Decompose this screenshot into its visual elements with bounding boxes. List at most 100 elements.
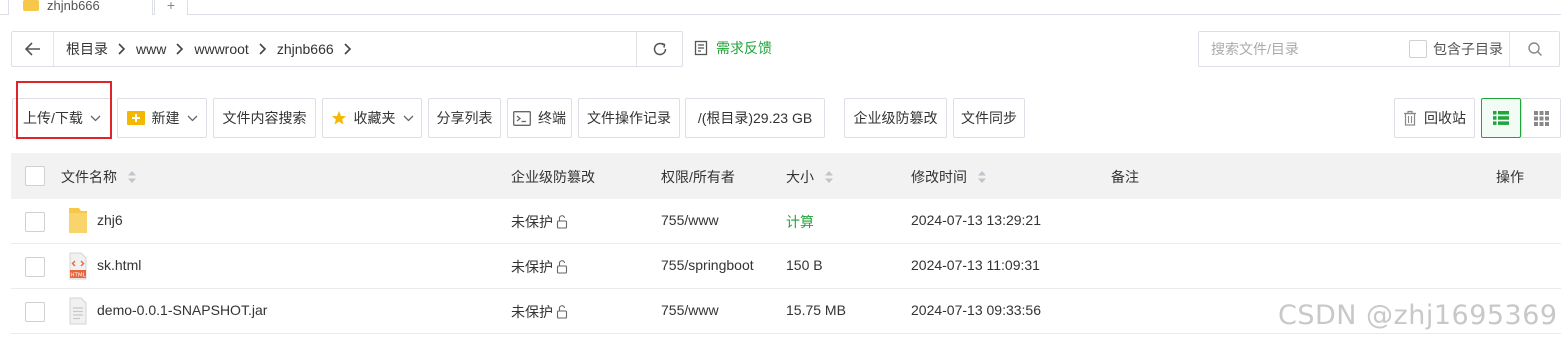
- row-checkbox[interactable]: [25, 212, 45, 232]
- back-button[interactable]: [12, 32, 54, 66]
- recycle-bin-button[interactable]: 回收站: [1394, 98, 1475, 138]
- permission[interactable]: 755/www: [661, 302, 719, 318]
- disk-button[interactable]: /(根目录)29.23 GB: [685, 98, 825, 138]
- content-search-button[interactable]: 文件内容搜索: [213, 98, 316, 138]
- chevron-down-icon: [187, 115, 198, 122]
- include-subdir-label: 包含子目录: [1433, 41, 1503, 57]
- include-subdir-checkbox[interactable]: [1409, 40, 1427, 58]
- terminal-label: 终端: [538, 110, 566, 126]
- row-checkbox[interactable]: [25, 302, 45, 322]
- folder-icon: [23, 0, 39, 11]
- chevron-right-icon: [259, 43, 267, 55]
- sort-icon: [977, 170, 987, 184]
- modified-time: 2024-07-13 09:33:56: [911, 302, 1041, 318]
- column-modified[interactable]: 修改时间: [911, 167, 987, 187]
- table-header: 文件名称 企业级防篡改 权限/所有者 大小 修改时间 备注 操作: [11, 153, 1561, 199]
- grid-view-icon: [1533, 110, 1549, 126]
- size-calculate[interactable]: 计算: [786, 212, 814, 232]
- crumb-www[interactable]: www: [136, 41, 166, 57]
- table-row[interactable]: [11, 334, 1561, 345]
- refresh-button[interactable]: [636, 32, 682, 66]
- grid-view-toggle[interactable]: [1521, 98, 1561, 138]
- tamper-status[interactable]: 未保护: [511, 302, 569, 322]
- operation-log-label: 文件操作记录: [587, 110, 671, 126]
- chevron-down-icon: [90, 115, 101, 122]
- upload-download-label: 上传/下载: [23, 110, 83, 126]
- column-permission: 权限/所有者: [661, 169, 735, 185]
- chevron-down-icon: [403, 115, 414, 122]
- list-view-icon: [1493, 111, 1509, 125]
- favorites-button[interactable]: 收藏夹: [322, 98, 422, 138]
- search-button[interactable]: [1509, 32, 1559, 66]
- permission[interactable]: 755/www: [661, 212, 719, 228]
- table-row[interactable]: HTML sk.html 未保护 755/springboot 150 B 20…: [11, 244, 1561, 289]
- table-row[interactable]: zhj6 未保护 755/www 计算 2024-07-13 13:29:21: [11, 199, 1561, 244]
- search-box: 包含子目录: [1198, 31, 1560, 67]
- content-search-label: 文件内容搜索: [222, 110, 307, 126]
- search-icon: [1527, 42, 1542, 56]
- terminal-button[interactable]: 终端: [507, 98, 572, 138]
- arrow-left-icon: [24, 42, 40, 56]
- file-sync-label: 文件同步: [961, 110, 1017, 126]
- list-view-toggle[interactable]: [1481, 98, 1521, 138]
- file-name[interactable]: demo-0.0.1-SNAPSHOT.jar: [97, 302, 267, 318]
- operation-log-button[interactable]: 文件操作记录: [578, 98, 680, 138]
- select-all-checkbox[interactable]: [25, 166, 45, 186]
- share-list-label: 分享列表: [436, 110, 493, 126]
- star-icon: [331, 110, 347, 126]
- file-sync-button[interactable]: 文件同步: [953, 98, 1025, 138]
- unlock-icon: [556, 260, 568, 274]
- file-name[interactable]: sk.html: [97, 257, 141, 273]
- chevron-right-icon: [176, 43, 184, 55]
- trash-icon: [1403, 110, 1417, 126]
- add-tab-button[interactable]: +: [154, 0, 188, 15]
- tamper-protection-label: 企业级防篡改: [853, 110, 938, 126]
- share-list-button[interactable]: 分享列表: [428, 98, 501, 138]
- permission[interactable]: 755/springboot: [661, 257, 754, 273]
- address-bar: 根目录 www wwwroot zhjnb666: [11, 31, 683, 67]
- feedback-label: 需求反馈: [716, 40, 772, 56]
- sort-icon: [824, 170, 834, 184]
- feedback-link[interactable]: 需求反馈: [694, 38, 772, 58]
- column-tamper: 企业级防篡改: [511, 169, 595, 185]
- file-size: 150 B: [786, 257, 823, 273]
- tamper-status[interactable]: 未保护: [511, 212, 569, 232]
- unlock-icon: [556, 215, 568, 229]
- column-note: 备注: [1111, 169, 1139, 185]
- row-checkbox[interactable]: [25, 257, 45, 277]
- folder-icon: [69, 208, 87, 233]
- tab-zhjnb666[interactable]: zhjnb666: [8, 0, 153, 15]
- disk-label: /(根目录)29.23 GB: [697, 110, 813, 126]
- recycle-bin-label: 回收站: [1424, 110, 1466, 126]
- file-size: 15.75 MB: [786, 302, 846, 318]
- refresh-icon: [653, 42, 666, 56]
- crumb-root[interactable]: 根目录: [66, 39, 108, 59]
- breadcrumb: 根目录 www wwwroot zhjnb666: [54, 32, 636, 66]
- file-name[interactable]: zhj6: [97, 212, 123, 228]
- crumb-wwwroot[interactable]: wwwroot: [194, 41, 248, 57]
- new-button[interactable]: 新建: [117, 98, 207, 138]
- search-input[interactable]: [1211, 34, 1401, 64]
- upload-download-button[interactable]: 上传/下载: [12, 98, 112, 138]
- modified-time: 2024-07-13 13:29:21: [911, 212, 1041, 228]
- watermark: CSDN @zhj1695369: [1278, 300, 1558, 331]
- modified-time: 2024-07-13 11:09:31: [911, 257, 1040, 273]
- crumb-zhjnb666[interactable]: zhjnb666: [277, 41, 334, 57]
- new-file-icon: [126, 110, 145, 126]
- chevron-right-icon: [118, 43, 126, 55]
- edit-document-icon: [694, 40, 708, 56]
- column-name[interactable]: 文件名称: [61, 167, 137, 187]
- file-icon: [69, 297, 87, 325]
- svg-text:HTML: HTML: [70, 273, 86, 279]
- terminal-icon: [513, 110, 531, 126]
- tab-strip: zhjnb666 +: [0, 0, 1561, 15]
- include-subdir-toggle[interactable]: 包含子目录: [1409, 39, 1503, 59]
- column-size[interactable]: 大小: [786, 167, 834, 187]
- tamper-status[interactable]: 未保护: [511, 257, 569, 277]
- unlock-icon: [556, 305, 568, 319]
- tamper-protection-button[interactable]: 企业级防篡改: [844, 98, 947, 138]
- favorites-label: 收藏夹: [353, 110, 396, 126]
- chevron-right-icon: [344, 43, 352, 55]
- html-file-icon: HTML: [69, 252, 87, 280]
- tab-label: zhjnb666: [47, 0, 100, 13]
